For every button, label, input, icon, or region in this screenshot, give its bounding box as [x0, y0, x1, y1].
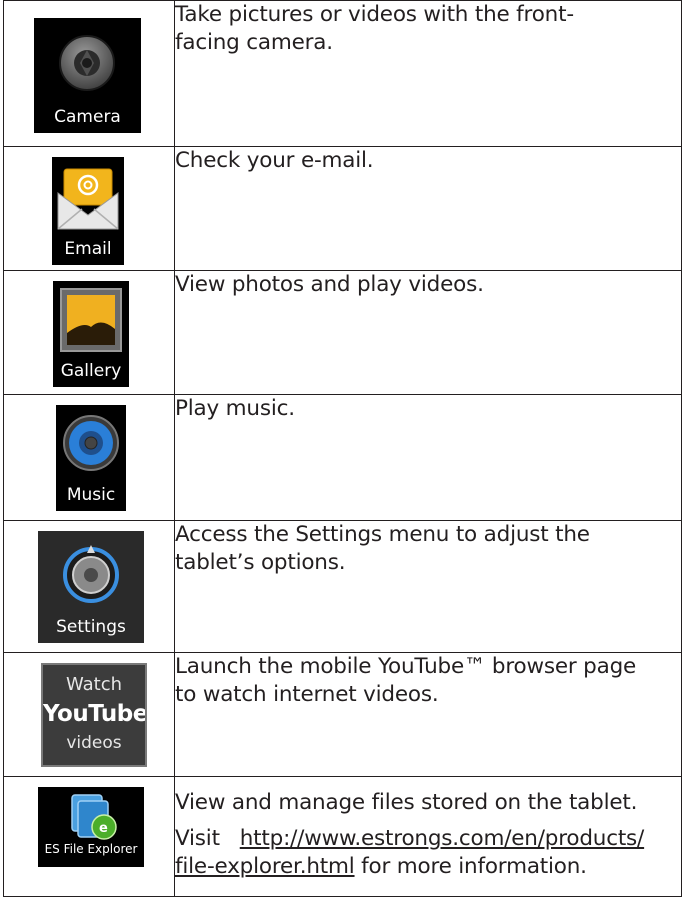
description-cell: Take pictures or videos with the front-f…: [174, 0, 682, 147]
icon-cell: Settings: [3, 520, 175, 653]
settings-label: Settings: [56, 617, 126, 637]
estrongs-link-continued[interactable]: file-explorer.html: [175, 854, 355, 879]
table-row: Watch YouTube videos Launch the mobile Y…: [3, 652, 682, 777]
es-file-explorer-label: ES File Explorer: [44, 842, 138, 856]
youtube-videos-label: videos: [66, 733, 122, 753]
description-cell: Check your e-mail.: [174, 146, 682, 271]
youtube-description: Launch the mobile YouTube™ browser page t…: [175, 654, 637, 707]
svg-text:e: e: [99, 821, 108, 836]
settings-description: Access the Settings menu to adjust the ta…: [175, 522, 590, 575]
description-cell: Launch the mobile YouTube™ browser page t…: [174, 652, 682, 777]
table-row: Camera Take pictures or videos with the …: [3, 0, 682, 147]
music-label: Music: [66, 485, 116, 505]
es-file-explorer-visit: Visit http://www.estrongs.com/en/product…: [175, 826, 645, 879]
description-cell: View and manage files stored on the tabl…: [174, 776, 682, 897]
youtube-logo-text: YouTube: [43, 701, 147, 727]
table-row: Music Play music.: [3, 394, 682, 521]
gallery-icon: [60, 288, 122, 352]
email-icon: [57, 168, 119, 230]
table-row: Email Check your e-mail.: [3, 146, 682, 271]
gallery-label: Gallery: [60, 361, 122, 381]
icon-cell: Watch YouTube videos: [3, 652, 175, 777]
email-label: Email: [64, 239, 112, 259]
table-row: Settings Access the Settings menu to adj…: [3, 520, 682, 653]
icon-cell: Gallery: [3, 270, 175, 395]
table-row: e ES File Explorer View and manage files…: [3, 776, 682, 897]
es-file-explorer-tile: e ES File Explorer: [38, 787, 144, 867]
description-cell: Play music.: [174, 394, 682, 521]
es-file-explorer-icon: e: [71, 794, 117, 840]
icon-cell: Email: [3, 146, 175, 271]
camera-tile: Camera: [34, 18, 141, 133]
camera-icon: [59, 35, 115, 91]
icon-cell: Camera: [3, 0, 175, 147]
table-row: Gallery View photos and play videos.: [3, 270, 682, 395]
estrongs-link[interactable]: http://www.estrongs.com/en/products/: [240, 826, 645, 851]
apps-table: Camera Take pictures or videos with the …: [3, 0, 682, 897]
icon-cell: Music: [3, 394, 175, 521]
youtube-watch-label: Watch: [65, 674, 123, 695]
settings-icon: [63, 545, 119, 603]
music-description: Play music.: [175, 396, 295, 421]
settings-tile: Settings: [38, 531, 144, 643]
description-cell: View photos and play videos.: [174, 270, 682, 395]
music-tile: Music: [56, 405, 126, 511]
camera-label: Camera: [54, 107, 121, 127]
description-cell: Access the Settings menu to adjust the ta…: [174, 520, 682, 653]
camera-description: Take pictures or videos with the front-f…: [175, 2, 574, 55]
email-tile: Email: [52, 157, 124, 265]
music-icon: [63, 415, 119, 471]
gallery-description: View photos and play videos.: [175, 272, 484, 297]
gallery-tile: Gallery: [53, 281, 129, 387]
icon-cell: e ES File Explorer: [3, 776, 175, 897]
email-description: Check your e-mail.: [175, 148, 374, 173]
es-file-explorer-description: View and manage files stored on the tabl…: [175, 790, 638, 815]
youtube-tile: Watch YouTube videos: [41, 663, 147, 767]
